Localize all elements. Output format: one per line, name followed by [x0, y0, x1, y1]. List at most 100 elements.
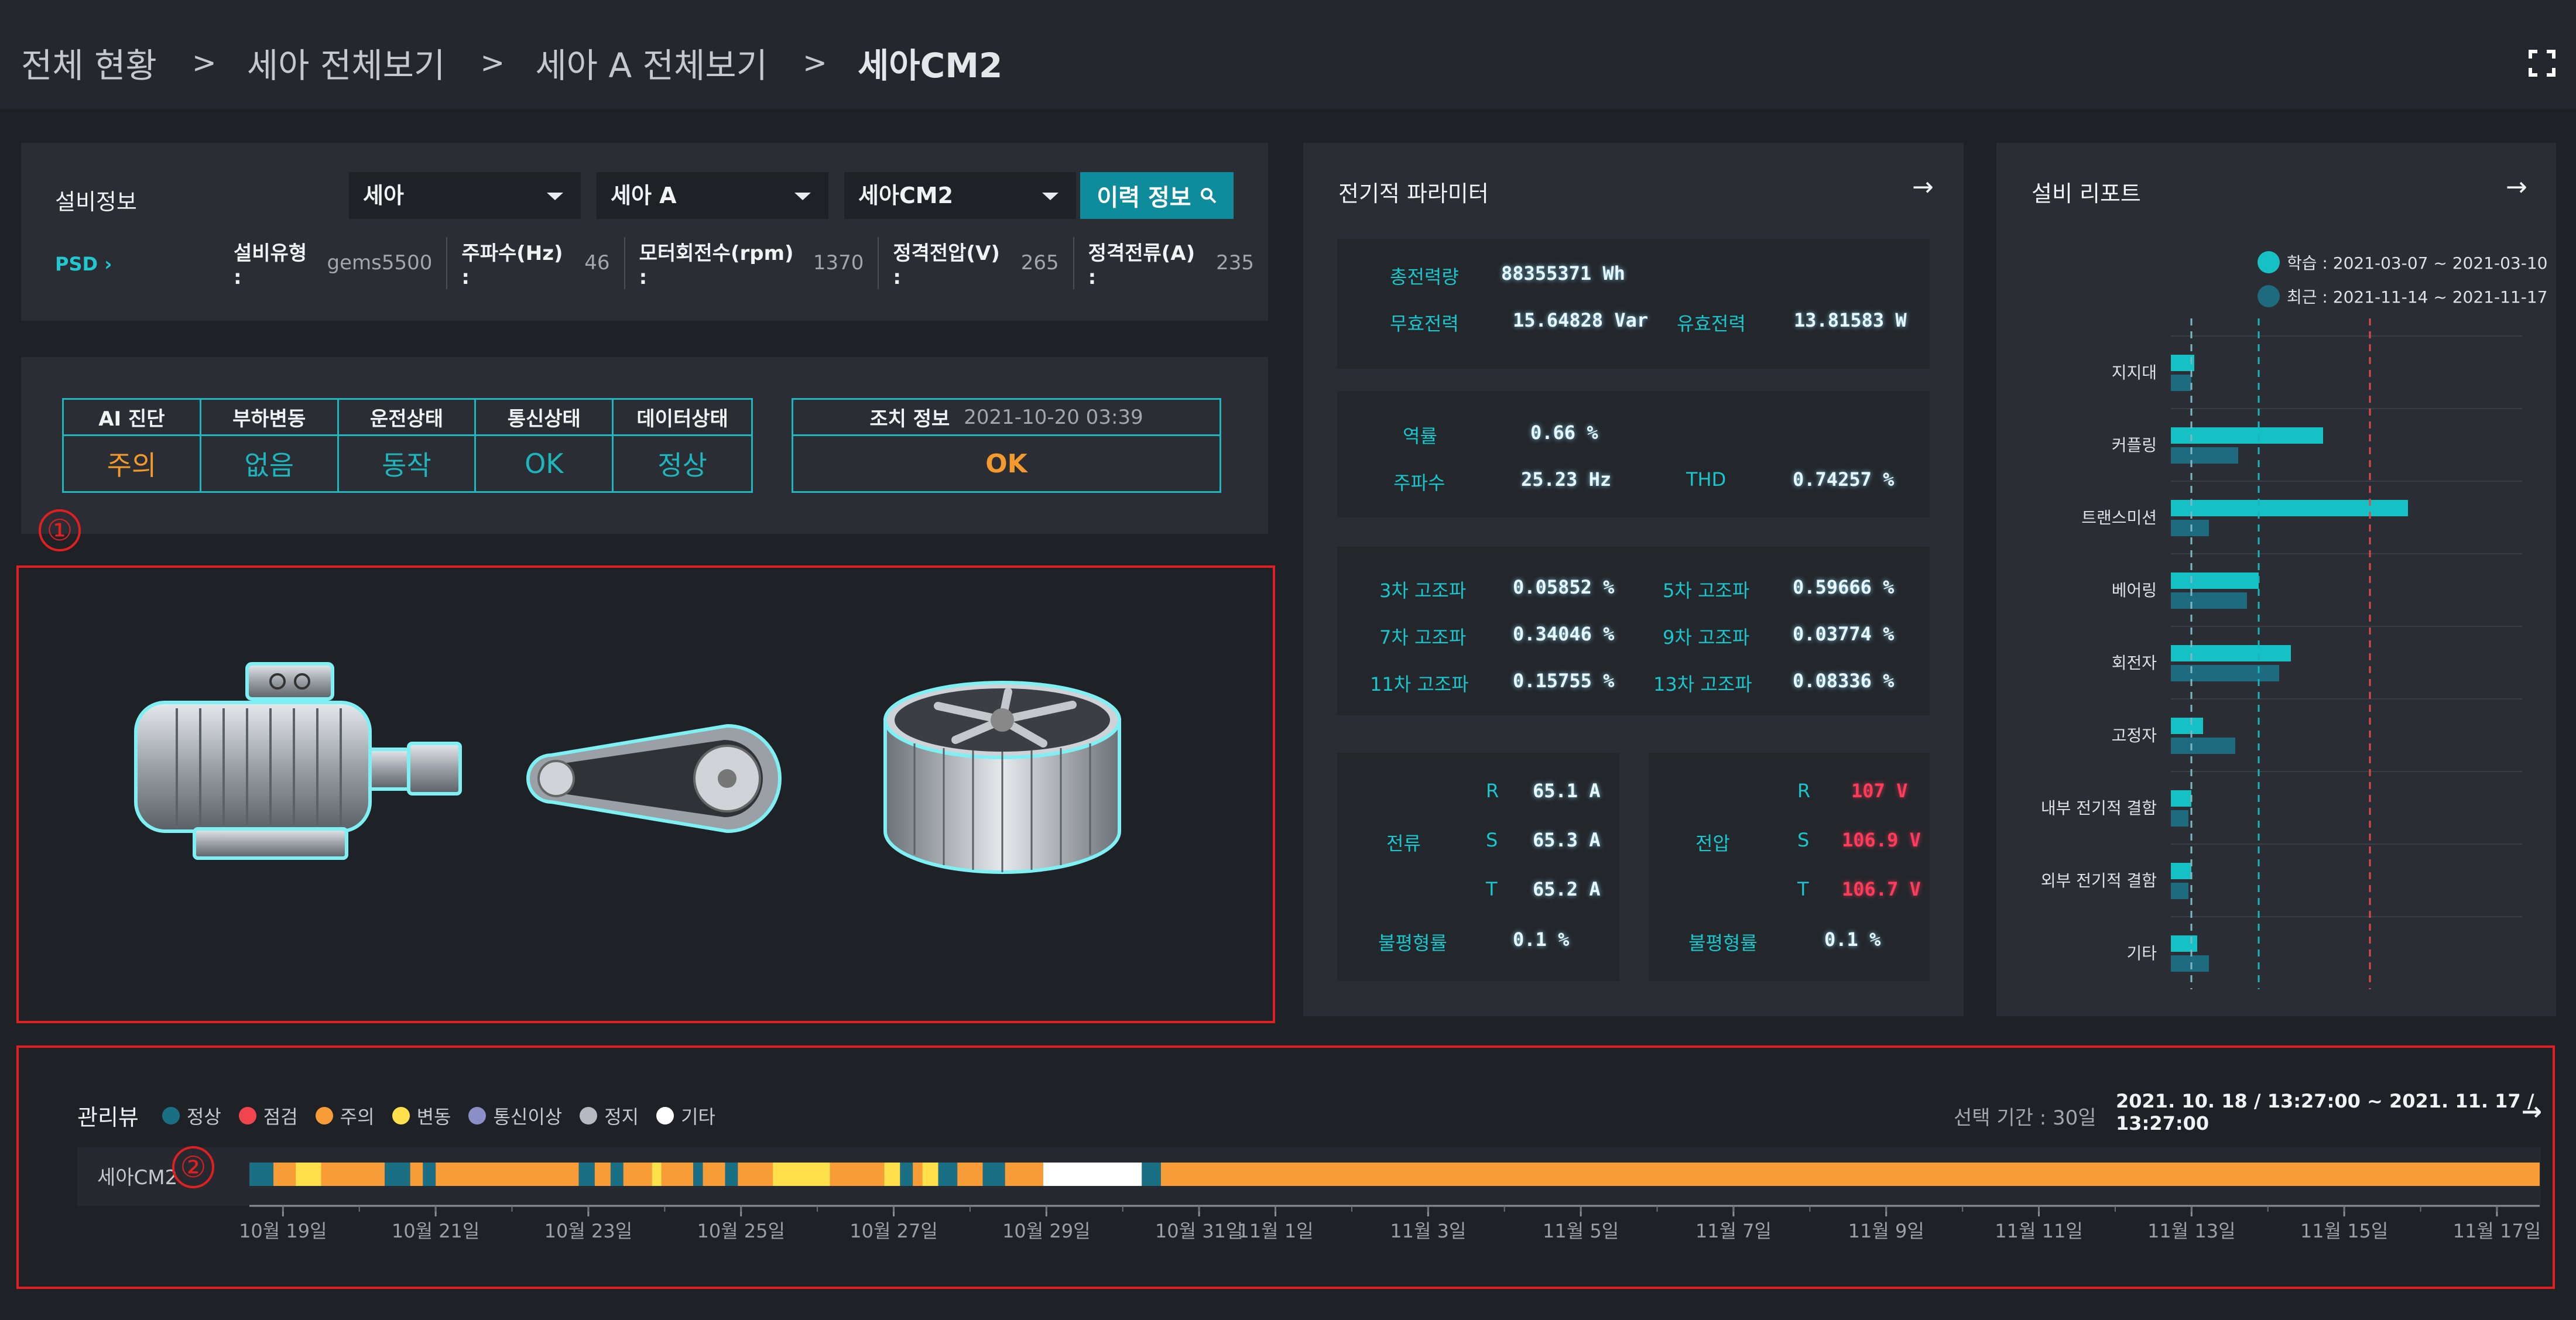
history-info-button[interactable]: 이력 정보: [1080, 172, 1234, 219]
timeline-segment[interactable]: [830, 1163, 885, 1186]
status-legend: 관리뷰 정상 점검 주의 변동 통신이상 정지 기타: [77, 1099, 733, 1132]
timeline-segment[interactable]: [1160, 1163, 2540, 1186]
phase-label: S: [1486, 829, 1498, 851]
timeline-segment[interactable]: [610, 1163, 624, 1186]
param-value: 0.34046 %: [1513, 623, 1615, 645]
power-subpanel: 총전력량 88355371 Wh 무효전력 15.64828 Var 유효전력 …: [1337, 239, 1930, 369]
legend-item: 변동: [392, 1102, 451, 1129]
timeline-segment[interactable]: [922, 1163, 938, 1186]
timeline-segment[interactable]: [385, 1163, 410, 1186]
chevron-right-icon: >: [803, 46, 827, 80]
bar-learning: [2171, 790, 2191, 807]
fullscreen-icon[interactable]: [2528, 49, 2556, 77]
param-label: 9차 고조파: [1663, 626, 1750, 649]
bar-recent: [2171, 520, 2209, 536]
status-table: AI 진단 부하변동 운전상태 통신상태 데이터상태 주의 없음 동작 OK 정…: [62, 398, 753, 493]
bar-recent: [2171, 375, 2191, 391]
param-label: 7차 고조파: [1379, 626, 1467, 649]
spec-label: 주파수(Hz) :: [461, 241, 563, 289]
management-view-title: 관리뷰: [77, 1105, 139, 1130]
action-info-value: OK: [985, 448, 1027, 479]
axis-tick-label: 10월 19일: [239, 1220, 327, 1242]
breadcrumb-item[interactable]: 세아 A 전체보기: [535, 38, 768, 87]
bar-learning: [2171, 572, 2259, 589]
timeline-segment[interactable]: [623, 1163, 652, 1186]
motor-icon[interactable]: [112, 661, 464, 866]
timeline-segment[interactable]: [410, 1163, 423, 1186]
arrow-right-icon[interactable]: →: [1912, 172, 1934, 202]
equipment-select[interactable]: 세아CM2: [844, 172, 1076, 219]
timeline-segment[interactable]: [578, 1163, 595, 1186]
timeline-segment[interactable]: [436, 1163, 579, 1186]
bar-learning: [2171, 718, 2203, 734]
status-timeline: 10월 19일 10월 21일 10월 23일 10월 25일 10월 27일 10월 2…: [222, 1147, 2541, 1242]
param-value: 0.15755 %: [1513, 670, 1615, 692]
legend-swatch: [468, 1106, 487, 1124]
timeline-segment[interactable]: [1043, 1163, 1142, 1186]
param-value: 0.08336 %: [1793, 670, 1895, 692]
breadcrumb-item[interactable]: 세아 전체보기: [247, 38, 446, 87]
timeline-segment[interactable]: [725, 1163, 738, 1186]
timeline-row-name: 세아CM2: [97, 1166, 178, 1189]
data-status-value: 정상: [657, 450, 707, 481]
bar-recent: [2171, 883, 2188, 899]
status-header: 운전상태: [338, 400, 477, 436]
legend-swatch: [580, 1106, 598, 1124]
timeline-segment[interactable]: [884, 1163, 900, 1186]
arrow-right-icon[interactable]: →: [2522, 1097, 2542, 1126]
param-label: 5차 고조파: [1663, 580, 1750, 602]
timeline-segment[interactable]: [1142, 1163, 1161, 1186]
timeline-segment[interactable]: [773, 1163, 830, 1186]
timeline-segment[interactable]: [957, 1163, 983, 1186]
spec-value: 1370: [813, 251, 864, 275]
timeline-segment[interactable]: [296, 1163, 321, 1186]
legend-label: 정지: [604, 1105, 639, 1128]
axis-tick-label: 11월 11일: [1995, 1220, 2083, 1242]
company-select[interactable]: 세아: [349, 172, 581, 219]
phase-label: R: [1486, 780, 1499, 802]
param-label: 유효전력: [1677, 313, 1746, 335]
annotation-marker-2: ②: [172, 1146, 214, 1188]
timeline-segment[interactable]: [249, 1163, 274, 1186]
unbalance-label: 불평형률: [1688, 932, 1758, 954]
belt-drive-icon[interactable]: [516, 720, 786, 837]
date-range-value: 2021. 10. 18 / 13:27:00 ~ 2021. 11. 17 /…: [2116, 1090, 2534, 1134]
timeline-segment[interactable]: [594, 1163, 611, 1186]
timeline-segment[interactable]: [423, 1163, 436, 1186]
timeline-segment[interactable]: [738, 1163, 773, 1186]
legend-label: 최근 : 2021-11-14 ~ 2021-11-17: [2287, 287, 2548, 307]
timeline-segment[interactable]: [321, 1163, 385, 1186]
axis-tick-label: 11월 15일: [2300, 1220, 2389, 1242]
voltage-value: 106.9 V: [1842, 829, 1921, 851]
plant-select[interactable]: 세아 A: [597, 172, 828, 219]
category-label: 지지대: [2112, 363, 2157, 382]
category-label: 외부 전기적 결함: [2041, 871, 2157, 890]
legend-item: 학습 : 2021-03-07 ~ 2021-03-10: [2258, 251, 2547, 274]
timeline-segment[interactable]: [703, 1163, 725, 1186]
psd-link[interactable]: PSD ›: [55, 253, 112, 275]
timeline-segment[interactable]: [900, 1163, 913, 1186]
timeline-segment[interactable]: [652, 1163, 662, 1186]
phase-label: T: [1797, 878, 1809, 900]
date-range-selector[interactable]: 2021. 10. 18 / 13:27:00 ~ 2021. 11. 17 /…: [2098, 1089, 2549, 1136]
bar-recent: [2171, 592, 2247, 609]
axis-tick-label: 10월 27일: [849, 1220, 938, 1242]
timeline-segment[interactable]: [982, 1163, 1005, 1186]
timeline-segment[interactable]: [938, 1163, 958, 1186]
legend-swatch: [162, 1106, 180, 1124]
bar-recent: [2171, 447, 2238, 464]
axis-tick-label: 10월 25일: [697, 1220, 785, 1242]
timeline-segment[interactable]: [913, 1163, 923, 1186]
timeline-segment[interactable]: [693, 1163, 703, 1186]
arrow-right-icon[interactable]: →: [2506, 172, 2527, 202]
harmonics-subpanel: 3차 고조파 0.05852 % 5차 고조파 0.59666 % 7차 고조파…: [1337, 547, 1930, 715]
legend-label: 학습 : 2021-03-07 ~ 2021-03-10: [2287, 253, 2548, 273]
timeline-segment[interactable]: [273, 1163, 296, 1186]
spec-item: 정격전압(V) : 265: [878, 236, 1073, 289]
fan-icon[interactable]: [879, 679, 1125, 878]
caret-down-icon: [794, 193, 811, 200]
timeline-segment[interactable]: [1005, 1163, 1043, 1186]
param-label: 역률: [1403, 425, 1437, 447]
breadcrumb-item[interactable]: 전체 현황: [21, 38, 157, 87]
timeline-segment[interactable]: [661, 1163, 694, 1186]
